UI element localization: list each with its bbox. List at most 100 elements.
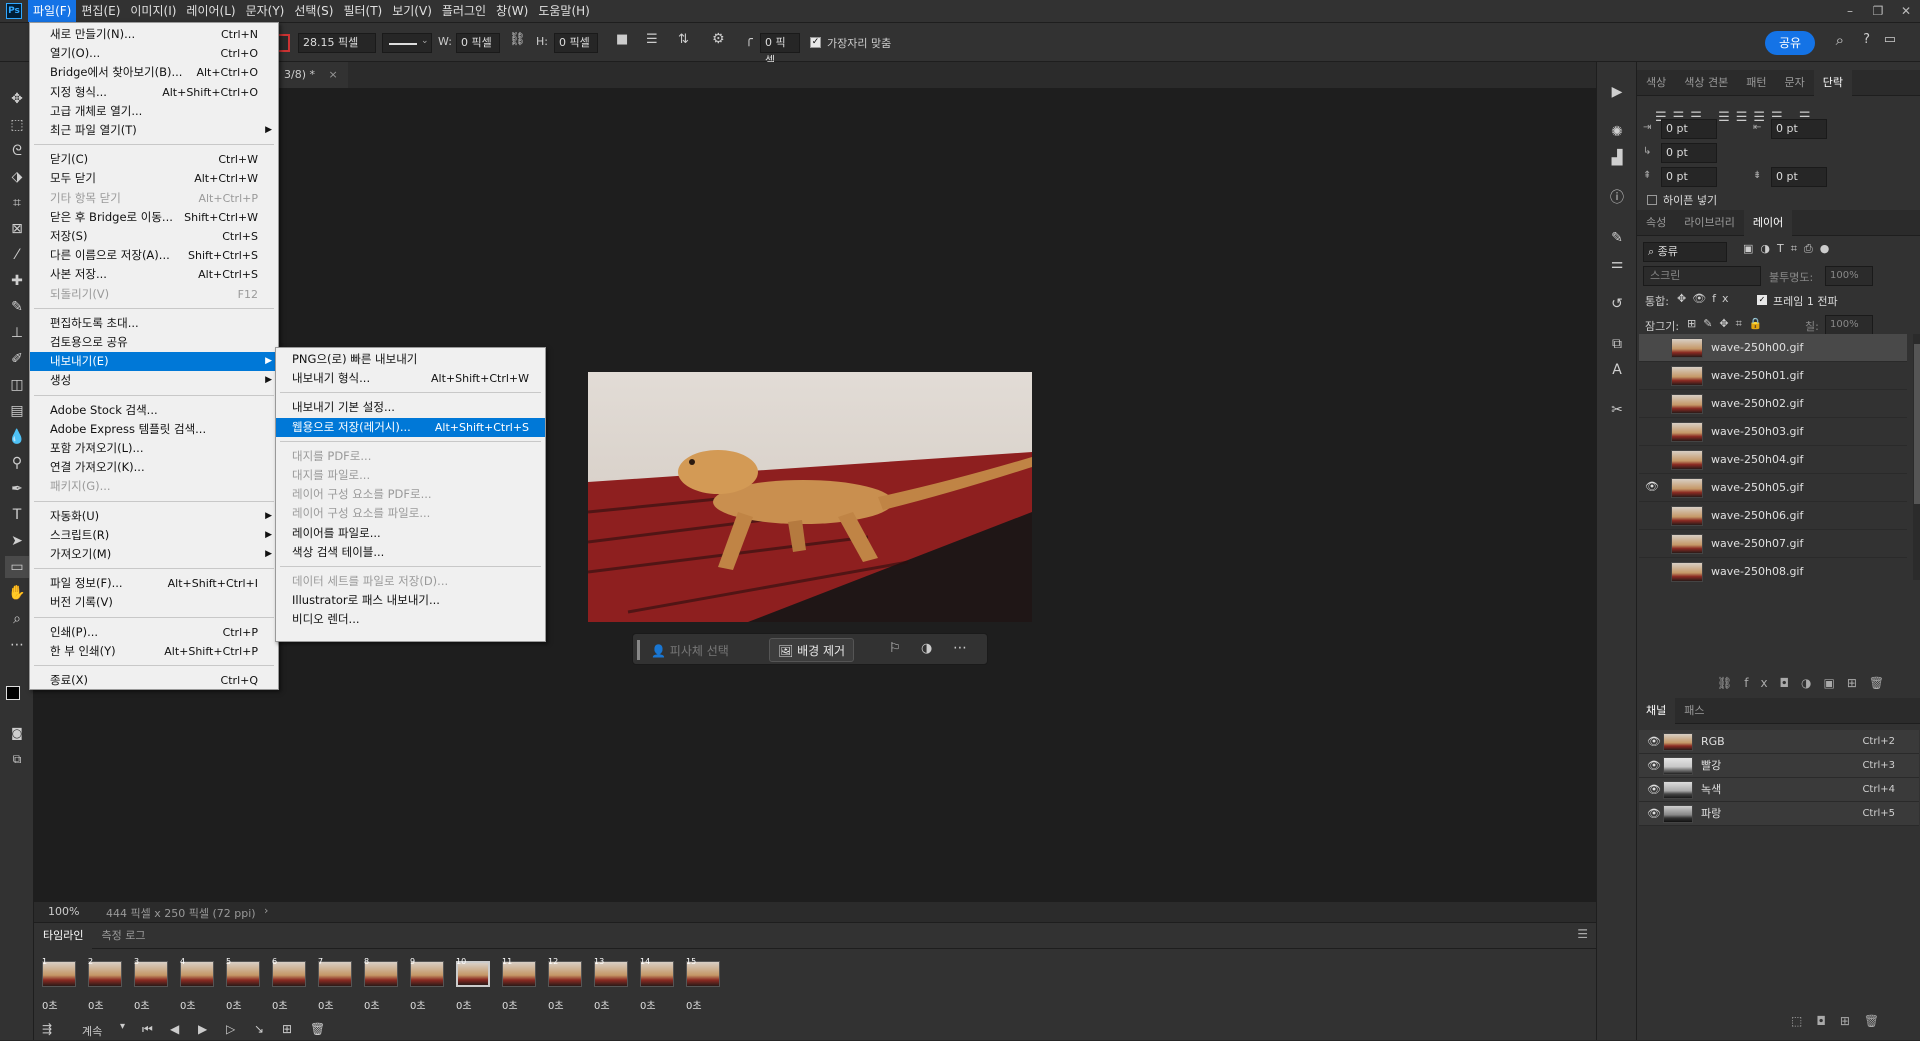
gradient-tool-icon[interactable]: ▤ [5, 400, 29, 422]
tab-channels[interactable]: 채널 [1637, 697, 1676, 724]
indent-right-field[interactable]: 0 pt [1771, 119, 1827, 139]
document-tab[interactable]: 3/8) * × [274, 62, 348, 88]
blur-tool-icon[interactable]: 💧 [5, 426, 29, 448]
lasso-tool-icon[interactable]: ᘓ [5, 140, 29, 162]
link-icon[interactable]: ⛓ [509, 32, 526, 47]
previous-frame-icon[interactable]: ◀ [170, 1022, 179, 1036]
file-menu-item[interactable]: 닫기(C) Ctrl+W [30, 150, 278, 169]
frame-delay-dropdown[interactable]: 0초 [686, 997, 702, 1012]
frame-delay-dropdown[interactable]: 0초 [410, 997, 426, 1012]
export-menu-item[interactable]: PNG으(로) 빠른 내보내기 [276, 350, 545, 369]
width-field[interactable]: 0 픽셀 [456, 33, 500, 53]
file-menu-item[interactable]: 저장(S) Ctrl+S [30, 227, 278, 246]
hyphenate-checkbox[interactable] [1647, 195, 1657, 205]
adjustment-icon[interactable]: ◑ [921, 641, 932, 656]
layers-scrollbar[interactable] [1913, 334, 1920, 580]
animation-frame[interactable]: 11 0초 [498, 957, 540, 1017]
help-icon[interactable]: ? [1863, 32, 1870, 47]
close-icon[interactable]: ✕ [1892, 0, 1920, 22]
menu-view[interactable]: 보기(V) [387, 0, 437, 22]
panel-menu-icon[interactable]: ☰ [1577, 927, 1588, 941]
animation-frame[interactable]: 2 0초 [84, 957, 126, 1017]
animation-frame[interactable]: 12 0초 [544, 957, 586, 1017]
path-arrangement-icon[interactable]: ⇅ [678, 32, 689, 47]
layer-row[interactable]: wave-250h03.gif [1639, 418, 1907, 446]
layer-row[interactable]: wave-250h04.gif [1639, 446, 1907, 474]
frame-delay-dropdown[interactable]: 0초 [88, 997, 104, 1012]
export-menu-item[interactable]: Illustrator로 패스 내보내기... [276, 591, 545, 610]
workspace-icon[interactable]: ▭ [1884, 32, 1896, 47]
tab-color[interactable]: 색상 [1637, 70, 1675, 96]
drag-handle[interactable] [637, 640, 640, 660]
tab-swatches[interactable]: 색상 견본 [1675, 70, 1737, 96]
animation-frame[interactable]: 10 0초 [452, 957, 494, 1017]
frame-delay-dropdown[interactable]: 0초 [640, 997, 656, 1012]
visibility-toggle[interactable] [1645, 508, 1659, 522]
channel-row[interactable]: 👁 빨강 Ctrl+3 [1639, 754, 1919, 778]
clone-source-icon[interactable]: ⧉ [1607, 334, 1627, 354]
visibility-toggle[interactable] [1645, 424, 1659, 438]
visibility-toggle[interactable] [1645, 536, 1659, 550]
loop-dropdown[interactable]: 계속 [82, 1023, 102, 1039]
move-tool-icon[interactable]: ✥ [5, 88, 29, 110]
eye-icon[interactable]: 👁 [1647, 783, 1661, 796]
play-action-icon[interactable]: ▶ [1607, 82, 1627, 102]
eraser-tool-icon[interactable]: ◫ [5, 374, 29, 396]
menu-plugins[interactable]: 플러그인 [437, 0, 491, 22]
duplicate-frame-icon[interactable]: ⊞ [282, 1022, 292, 1036]
height-field[interactable]: 0 픽셀 [554, 33, 598, 53]
marquee-tool-icon[interactable]: ⬚ [5, 114, 29, 136]
path-select-tool-icon[interactable]: ➤ [5, 530, 29, 552]
frame-delay-dropdown[interactable]: 0초 [594, 997, 610, 1012]
file-menu-item[interactable]: Adobe Express 템플릿 검색... [30, 420, 278, 439]
dodge-tool-icon[interactable]: ⚲ [5, 452, 29, 474]
frame-delay-dropdown[interactable]: 0초 [364, 997, 380, 1012]
file-menu-item[interactable]: 다른 이름으로 저장(A)... Shift+Ctrl+S [30, 246, 278, 265]
frame-delay-dropdown[interactable]: 0초 [226, 997, 242, 1012]
file-menu-item[interactable]: 사본 저장... Alt+Ctrl+S [30, 265, 278, 284]
first-frame-icon[interactable]: ⏮ [142, 1022, 153, 1037]
layer-row[interactable]: wave-250h08.gif [1639, 558, 1907, 582]
unify-icons[interactable]: ✥👁fx [1677, 292, 1735, 305]
zoom-tool-icon[interactable]: ⌕ [5, 608, 29, 630]
frame-delay-dropdown[interactable]: 0초 [42, 997, 58, 1012]
animation-frame[interactable]: 6 0초 [268, 957, 310, 1017]
file-menu-item[interactable]: 최근 파일 열기(T) ▶ [30, 121, 278, 140]
eye-icon[interactable]: 👁 [1647, 759, 1661, 772]
file-menu-item[interactable]: 새로 만들기(N)... Ctrl+N [30, 25, 278, 44]
file-menu-item[interactable]: 편집하도록 초대... [30, 314, 278, 333]
search-icon[interactable]: ⌕ [1836, 31, 1844, 49]
path-alignment-icon[interactable]: ☰ [646, 32, 658, 47]
file-menu-item[interactable]: 파일 정보(F)... Alt+Shift+Ctrl+I [30, 574, 278, 593]
clone-stamp-tool-icon[interactable]: ⊥ [5, 322, 29, 344]
stroke-type-dropdown[interactable]: ⌄ [382, 33, 432, 53]
file-menu-item[interactable]: 버전 기록(V) [30, 593, 278, 612]
file-menu-item[interactable]: 가져오기(M) ▶ [30, 545, 278, 564]
frame-delay-dropdown[interactable]: 0초 [134, 997, 150, 1012]
chevron-right-icon[interactable]: › [264, 904, 268, 917]
menu-file[interactable]: 파일(F) [28, 0, 77, 22]
animation-frame[interactable]: 13 0초 [590, 957, 632, 1017]
layer-filter-icons[interactable]: ▣◑T⌗⎙● [1743, 242, 1836, 256]
animation-frame[interactable]: 14 0초 [636, 957, 678, 1017]
tab-timeline[interactable]: 타임라인 [34, 922, 93, 949]
animation-frame[interactable]: 3 0초 [130, 957, 172, 1017]
remove-background-button[interactable]: 🖼 배경 제거 [769, 638, 855, 662]
animation-frame[interactable]: 15 0초 [682, 957, 724, 1017]
convert-timeline-icon[interactable]: ⇶ [42, 1022, 52, 1036]
channel-row[interactable]: 👁 RGB Ctrl+2 [1639, 730, 1919, 754]
layer-bottom-actions[interactable]: ⛓fx◘◑▣⊞🗑 [1717, 676, 1896, 690]
histogram-icon[interactable]: ▟ [1607, 148, 1627, 168]
eye-icon[interactable]: 👁 [1647, 735, 1661, 748]
export-menu-item[interactable]: 레이어를 파일로... [276, 524, 545, 543]
opacity-field[interactable]: 100% [1825, 266, 1873, 286]
menu-type[interactable]: 문자(Y) [241, 0, 290, 22]
file-menu-item[interactable]: 스크립트(R) ▶ [30, 526, 278, 545]
menu-image[interactable]: 이미지(I) [125, 0, 181, 22]
hand-tool-icon[interactable]: ✋ [5, 582, 29, 604]
healing-brush-tool-icon[interactable]: ✚ [5, 270, 29, 292]
pen-tool-icon[interactable]: ✒ [5, 478, 29, 500]
tools-icon[interactable]: ✂ [1607, 400, 1627, 420]
layer-row[interactable]: wave-250h02.gif [1639, 390, 1907, 418]
font-size-field[interactable]: 28.15 픽셀 [298, 33, 376, 53]
